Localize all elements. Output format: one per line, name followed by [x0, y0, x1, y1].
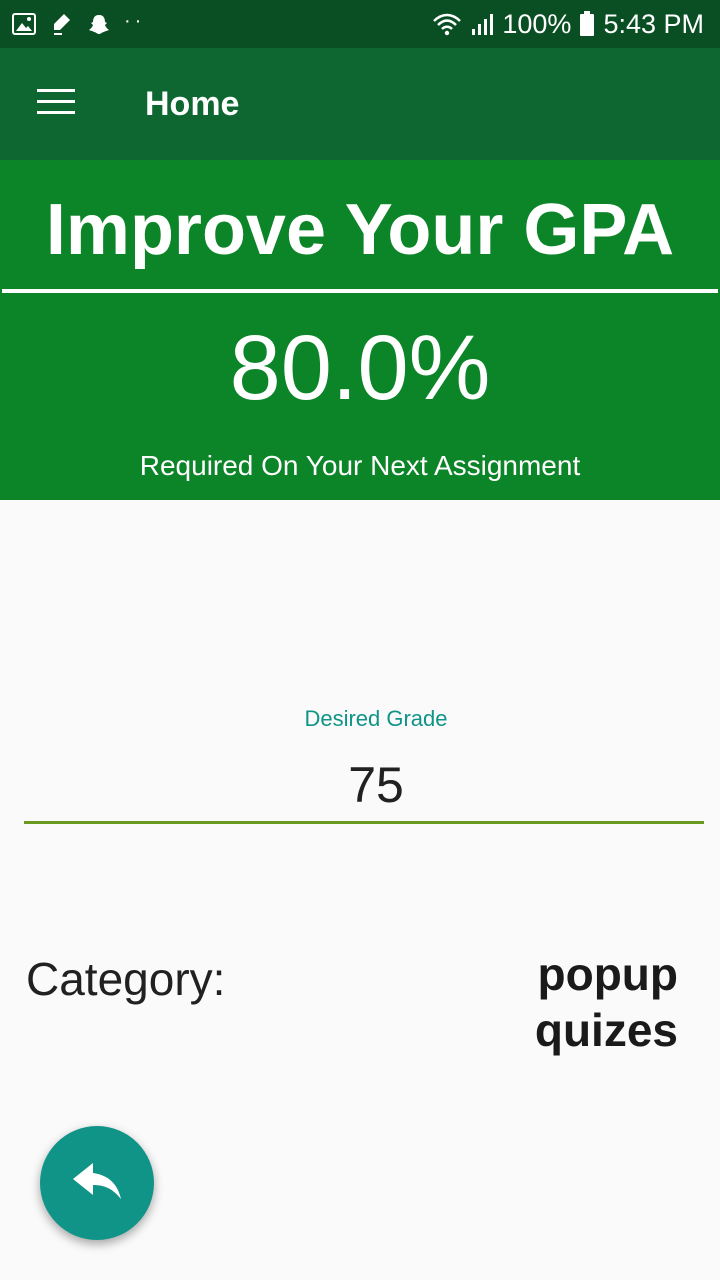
cleaner-icon [50, 12, 74, 36]
status-bar: ·· 100% 5:43 PM [0, 0, 720, 48]
desired-grade-label: Desired Grade [304, 706, 448, 731]
back-fab-button[interactable] [40, 1126, 154, 1240]
required-percent: 80.0% [229, 317, 491, 419]
gpa-banner: Improve Your GPA 80.0% Required On Your … [0, 160, 720, 500]
banner-subtitle: Required On Your Next Assignment [139, 450, 581, 481]
category-label: Category: [26, 953, 226, 1005]
gallery-icon [12, 13, 36, 35]
status-bar-left: ·· [12, 10, 146, 36]
signal-icon [470, 12, 494, 36]
category-value-line2: quizes [534, 1004, 678, 1056]
battery-icon [579, 11, 595, 37]
banner-divider [2, 289, 718, 293]
battery-percent: 100% [502, 8, 572, 39]
menu-button[interactable] [0, 48, 112, 160]
category-value-line1: popup [537, 948, 679, 1000]
clock: 5:43 PM [603, 8, 704, 39]
category-value[interactable]: popup quizes [458, 946, 678, 1058]
banner-title: Improve Your GPA [45, 190, 675, 270]
app-title: Home [145, 84, 240, 123]
snapchat-icon [88, 13, 110, 35]
more-dots-icon: ·· [124, 10, 146, 32]
reply-arrow-icon [71, 1161, 123, 1206]
desired-grade-input[interactable] [24, 750, 704, 820]
hamburger-menu-icon [37, 88, 75, 120]
wifi-icon [432, 12, 462, 36]
app-bar: Home [0, 48, 720, 160]
status-bar-right: 100% 5:43 PM [432, 9, 704, 40]
desired-grade-underline [24, 821, 704, 824]
